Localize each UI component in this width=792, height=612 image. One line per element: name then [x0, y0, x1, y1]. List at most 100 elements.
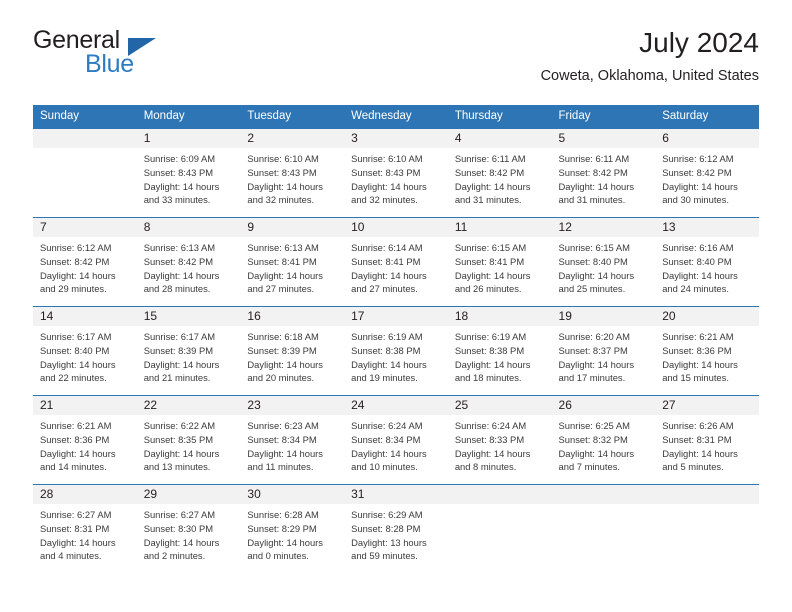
day-sun-info: Sunrise: 6:19 AM Sunset: 8:38 PM Daylight:…: [448, 326, 552, 385]
day-cell-content: 18 Sunrise: 6:19 AM Sunset: 8:38 PM Dayligh…: [447, 306, 552, 395]
calendar-day-cell[interactable]: 1 Sunrise: 6:09 AM Sunset: 8:43 PM Daylight…: [136, 127, 241, 218]
calendar-day-cell[interactable]: 10 Sunrise: 6:14 AM Sunset: 8:41 PM Dayligh…: [344, 216, 448, 307]
daylight-text-line1: Daylight: 14 hours: [143, 358, 220, 370]
day-number: 24: [344, 395, 448, 416]
calendar-day-cell[interactable]: 9 Sunrise: 6:13 AM Sunset: 8:41 PM Daylight…: [240, 216, 345, 307]
day-number: 14: [33, 306, 137, 327]
day-cell-content: 27 Sunrise: 6:26 AM Sunset: 8:31 PM Dayligh…: [655, 395, 759, 484]
calendar-day-cell[interactable]: 8 Sunrise: 6:13 AM Sunset: 8:42 PM Daylight…: [136, 216, 241, 307]
sunset-text: Sunset: 8:33 PM: [454, 434, 525, 446]
calendar-day-cell[interactable]: 3 Sunrise: 6:10 AM Sunset: 8:43 PM Daylight…: [344, 127, 448, 218]
calendar-day-cell[interactable]: 31 Sunrise: 6:29 AM Sunset: 8:28 PM Dayligh…: [344, 483, 448, 573]
sunrise-text: Sunrise: 6:22 AM: [143, 420, 216, 432]
day-number: 13: [655, 217, 759, 238]
calendar-day-cell[interactable]: 13 Sunrise: 6:16 AM Sunset: 8:40 PM Dayligh…: [655, 216, 759, 307]
weekday-header-tuesday: Tuesday: [240, 105, 345, 129]
sunrise-text: Sunrise: 6:10 AM: [351, 153, 423, 165]
calendar-day-cell[interactable]: 5 Sunrise: 6:11 AM Sunset: 8:42 PM Daylight…: [551, 127, 656, 218]
calendar-day-cell[interactable]: 7 Sunrise: 6:12 AM Sunset: 8:42 PM Daylight…: [33, 216, 137, 307]
weekday-header-sunday: Sunday: [33, 105, 137, 129]
calendar-day-cell[interactable]: 19 Sunrise: 6:20 AM Sunset: 8:37 PM Dayligh…: [551, 305, 656, 396]
weekday-header-saturday: Saturday: [655, 105, 759, 129]
calendar-day-cell[interactable]: 14 Sunrise: 6:17 AM Sunset: 8:40 PM Dayligh…: [33, 305, 137, 396]
sunset-text: Sunset: 8:39 PM: [143, 345, 214, 357]
daylight-text-line1: Daylight: 14 hours: [351, 180, 427, 192]
day-sun-info: Sunrise: 6:24 AM Sunset: 8:34 PM Daylight:…: [344, 415, 448, 474]
day-number: 3: [344, 128, 448, 149]
day-sun-info: Sunrise: 6:11 AM Sunset: 8:42 PM Daylight:…: [552, 148, 656, 207]
day-cell-content: 16 Sunrise: 6:18 AM Sunset: 8:39 PM Dayligh…: [240, 306, 345, 395]
day-sun-info: Sunrise: 6:25 AM Sunset: 8:32 PM Daylight:…: [552, 415, 656, 474]
sunset-text: Sunset: 8:41 PM: [247, 256, 317, 268]
calendar-day-cell[interactable]: 4 Sunrise: 6:11 AM Sunset: 8:42 PM Daylight…: [447, 127, 552, 218]
calendar-day-cell[interactable]: 2 Sunrise: 6:10 AM Sunset: 8:43 PM Daylight…: [240, 127, 345, 218]
daylight-text-line1: Daylight: 14 hours: [40, 269, 116, 281]
daylight-text-line2: and 19 minutes.: [351, 372, 418, 384]
calendar-day-cell[interactable]: 15 Sunrise: 6:17 AM Sunset: 8:39 PM Dayligh…: [136, 305, 241, 396]
sunrise-text: Sunrise: 6:20 AM: [558, 331, 630, 343]
daylight-text-line2: and 15 minutes.: [662, 372, 729, 384]
weekday-header-monday: Monday: [136, 105, 241, 129]
sunrise-text: Sunrise: 6:09 AM: [143, 153, 216, 165]
day-cell-content: 13 Sunrise: 6:16 AM Sunset: 8:40 PM Dayligh…: [655, 217, 759, 306]
calendar-week-row: 1 Sunrise: 6:09 AM Sunset: 8:43 PM Daylight…: [33, 127, 759, 218]
daylight-text-line2: and 30 minutes.: [662, 194, 729, 206]
calendar-day-cell[interactable]: 24 Sunrise: 6:24 AM Sunset: 8:34 PM Dayligh…: [344, 394, 448, 485]
calendar-day-cell[interactable]: 28 Sunrise: 6:27 AM Sunset: 8:31 PM Dayligh…: [33, 483, 137, 573]
calendar-week-row: 28 Sunrise: 6:27 AM Sunset: 8:31 PM Dayligh…: [33, 483, 759, 573]
calendar-day-cell[interactable]: 26 Sunrise: 6:25 AM Sunset: 8:32 PM Dayligh…: [551, 394, 656, 485]
calendar-day-cell[interactable]: 20 Sunrise: 6:21 AM Sunset: 8:36 PM Dayligh…: [655, 305, 759, 396]
day-sun-info: Sunrise: 6:19 AM Sunset: 8:38 PM Daylight:…: [344, 326, 448, 385]
calendar-day-cell[interactable]: 11 Sunrise: 6:15 AM Sunset: 8:41 PM Dayligh…: [447, 216, 552, 307]
daylight-text-line1: Daylight: 14 hours: [662, 447, 738, 459]
calendar-empty-cell: [33, 127, 137, 218]
sunset-text: Sunset: 8:36 PM: [40, 434, 110, 446]
calendar-day-cell[interactable]: 25 Sunrise: 6:24 AM Sunset: 8:33 PM Dayligh…: [447, 394, 552, 485]
daylight-text-line1: Daylight: 14 hours: [558, 358, 635, 370]
day-cell-content: 1 Sunrise: 6:09 AM Sunset: 8:43 PM Daylight…: [136, 128, 241, 217]
calendar-day-cell[interactable]: 23 Sunrise: 6:23 AM Sunset: 8:34 PM Dayligh…: [240, 394, 345, 485]
sunrise-text: Sunrise: 6:17 AM: [143, 331, 216, 343]
calendar-empty-cell: [551, 483, 656, 573]
day-number: [33, 128, 137, 149]
sunset-text: Sunset: 8:39 PM: [247, 345, 317, 357]
calendar-day-cell[interactable]: 21 Sunrise: 6:21 AM Sunset: 8:36 PM Dayligh…: [33, 394, 137, 485]
day-cell-content: 7 Sunrise: 6:12 AM Sunset: 8:42 PM Daylight…: [33, 217, 137, 306]
calendar-day-cell[interactable]: 12 Sunrise: 6:15 AM Sunset: 8:40 PM Dayligh…: [551, 216, 656, 307]
day-number: 4: [447, 128, 552, 149]
daylight-text-line1: Daylight: 14 hours: [247, 358, 323, 370]
daylight-text-line1: Daylight: 14 hours: [454, 358, 531, 370]
calendar-day-cell[interactable]: 6 Sunrise: 6:12 AM Sunset: 8:42 PM Daylight…: [655, 127, 759, 218]
day-cell-content: 2 Sunrise: 6:10 AM Sunset: 8:43 PM Daylight…: [240, 128, 345, 217]
calendar-day-cell[interactable]: 17 Sunrise: 6:19 AM Sunset: 8:38 PM Dayligh…: [344, 305, 448, 396]
sunrise-text: Sunrise: 6:14 AM: [351, 242, 423, 254]
daylight-text-line1: Daylight: 14 hours: [662, 180, 738, 192]
calendar-empty-cell: [447, 483, 552, 573]
calendar-day-cell[interactable]: 29 Sunrise: 6:27 AM Sunset: 8:30 PM Dayligh…: [136, 483, 241, 573]
daylight-text-line1: Daylight: 14 hours: [351, 269, 427, 281]
day-number: 5: [551, 128, 656, 149]
day-number: 2: [240, 128, 345, 149]
sunset-text: Sunset: 8:42 PM: [662, 167, 732, 179]
daylight-text-line2: and 21 minutes.: [143, 372, 211, 384]
calendar-day-cell[interactable]: 27 Sunrise: 6:26 AM Sunset: 8:31 PM Dayligh…: [655, 394, 759, 485]
daylight-text-line2: and 17 minutes.: [558, 372, 626, 384]
day-number: 20: [655, 306, 759, 327]
day-sun-info: Sunrise: 6:23 AM Sunset: 8:34 PM Daylight:…: [240, 415, 344, 474]
sunrise-text: Sunrise: 6:19 AM: [454, 331, 527, 343]
calendar-day-cell[interactable]: 30 Sunrise: 6:28 AM Sunset: 8:29 PM Dayligh…: [240, 483, 345, 573]
day-cell-content: 24 Sunrise: 6:24 AM Sunset: 8:34 PM Dayligh…: [344, 395, 448, 484]
day-sun-info: Sunrise: 6:12 AM Sunset: 8:42 PM Daylight:…: [33, 237, 137, 296]
day-cell-content: 17 Sunrise: 6:19 AM Sunset: 8:38 PM Dayligh…: [344, 306, 448, 395]
day-sun-info: Sunrise: 6:21 AM Sunset: 8:36 PM Daylight:…: [33, 415, 137, 474]
calendar-day-cell[interactable]: 16 Sunrise: 6:18 AM Sunset: 8:39 PM Dayligh…: [240, 305, 345, 396]
day-sun-info: Sunrise: 6:15 AM Sunset: 8:41 PM Daylight:…: [448, 237, 552, 296]
day-sun-info: Sunrise: 6:12 AM Sunset: 8:42 PM Daylight:…: [655, 148, 759, 207]
day-number: 30: [240, 484, 345, 505]
day-number: 12: [551, 217, 656, 238]
daylight-text-line1: Daylight: 14 hours: [558, 180, 635, 192]
calendar-day-cell[interactable]: 22 Sunrise: 6:22 AM Sunset: 8:35 PM Dayligh…: [136, 394, 241, 485]
sunset-text: Sunset: 8:42 PM: [558, 167, 628, 179]
calendar-day-cell[interactable]: 18 Sunrise: 6:19 AM Sunset: 8:38 PM Dayligh…: [447, 305, 552, 396]
day-number: 1: [136, 128, 241, 149]
